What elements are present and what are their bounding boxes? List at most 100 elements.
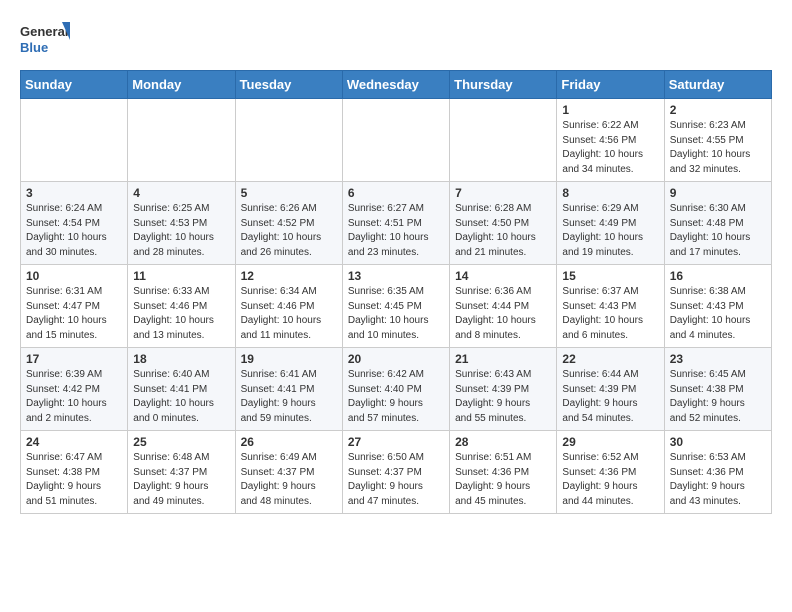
calendar-cell: 25 Sunrise: 6:48 AM Sunset: 4:37 PM Dayli… <box>128 431 235 514</box>
day-info: Sunrise: 6:37 AM Sunset: 4:43 PM Dayligh… <box>562 285 658 343</box>
day-info: Sunrise: 6:28 AM Sunset: 4:50 PM Dayligh… <box>455 202 551 260</box>
day-info: Sunrise: 6:47 AM Sunset: 4:38 PM Dayligh… <box>26 451 122 509</box>
logo: General Blue <box>20 20 70 60</box>
calendar-cell: 9 Sunrise: 6:30 AM Sunset: 4:48 PM Daylig… <box>664 182 771 265</box>
calendar-cell: 17Sunrise: 6:39 AM Sunset: 4:42 PM Dayli… <box>21 348 128 431</box>
day-info: Sunrise: 6:29 AM Sunset: 4:49 PM Dayligh… <box>562 202 658 260</box>
calendar-cell: 10 Sunrise: 6:31 AM Sunset: 4:47 PM Dayli… <box>21 265 128 348</box>
day-number: 3 <box>26 186 122 200</box>
svg-text:Blue: Blue <box>20 40 48 55</box>
svg-text:General: General <box>20 24 68 39</box>
calendar-cell: 13Sunrise: 6:35 AM Sunset: 4:45 PM Dayli… <box>342 265 449 348</box>
calendar-cell: 18 Sunrise: 6:40 AM Sunset: 4:41 PM Dayli… <box>128 348 235 431</box>
day-number: 24 <box>26 435 122 449</box>
week-row-2: 10 Sunrise: 6:31 AM Sunset: 4:47 PM Dayli… <box>21 265 772 348</box>
day-info: Sunrise: 6:24 AM Sunset: 4:54 PM Dayligh… <box>26 202 122 260</box>
day-info: Sunrise: 6:49 AM Sunset: 4:37 PM Dayligh… <box>241 451 337 509</box>
weekday-header-friday: Friday <box>557 71 664 99</box>
calendar-cell: 28Sunrise: 6:51 AM Sunset: 4:36 PM Dayli… <box>450 431 557 514</box>
page: General Blue SundayMondayTuesdayWednesda… <box>0 0 792 524</box>
day-number: 21 <box>455 352 551 366</box>
day-info: Sunrise: 6:26 AM Sunset: 4:52 PM Dayligh… <box>241 202 337 260</box>
week-row-1: 3 Sunrise: 6:24 AM Sunset: 4:54 PM Daylig… <box>21 182 772 265</box>
weekday-header-monday: Monday <box>128 71 235 99</box>
calendar-cell: 19 Sunrise: 6:41 AM Sunset: 4:41 PM Dayli… <box>235 348 342 431</box>
day-info: Sunrise: 6:41 AM Sunset: 4:41 PM Dayligh… <box>241 368 337 426</box>
day-info: Sunrise: 6:27 AM Sunset: 4:51 PM Dayligh… <box>348 202 444 260</box>
calendar-cell: 30 Sunrise: 6:53 AM Sunset: 4:36 PM Dayli… <box>664 431 771 514</box>
calendar-cell: 27 Sunrise: 6:50 AM Sunset: 4:37 PM Dayli… <box>342 431 449 514</box>
day-number: 13 <box>348 269 444 283</box>
day-number: 20 <box>348 352 444 366</box>
day-number: 7 <box>455 186 551 200</box>
calendar-cell: 7 Sunrise: 6:28 AM Sunset: 4:50 PM Daylig… <box>450 182 557 265</box>
calendar-cell <box>128 99 235 182</box>
calendar-cell: 8Sunrise: 6:29 AM Sunset: 4:49 PM Daylig… <box>557 182 664 265</box>
day-info: Sunrise: 6:53 AM Sunset: 4:36 PM Dayligh… <box>670 451 766 509</box>
calendar-cell: 5Sunrise: 6:26 AM Sunset: 4:52 PM Daylig… <box>235 182 342 265</box>
day-info: Sunrise: 6:48 AM Sunset: 4:37 PM Dayligh… <box>133 451 229 509</box>
day-number: 19 <box>241 352 337 366</box>
weekday-header-wednesday: Wednesday <box>342 71 449 99</box>
day-info: Sunrise: 6:30 AM Sunset: 4:48 PM Dayligh… <box>670 202 766 260</box>
calendar-cell: 20Sunrise: 6:42 AM Sunset: 4:40 PM Dayli… <box>342 348 449 431</box>
day-info: Sunrise: 6:33 AM Sunset: 4:46 PM Dayligh… <box>133 285 229 343</box>
calendar-cell: 6 Sunrise: 6:27 AM Sunset: 4:51 PM Daylig… <box>342 182 449 265</box>
week-row-4: 24 Sunrise: 6:47 AM Sunset: 4:38 PM Dayli… <box>21 431 772 514</box>
calendar: SundayMondayTuesdayWednesdayThursdayFrid… <box>20 70 772 514</box>
week-row-3: 17Sunrise: 6:39 AM Sunset: 4:42 PM Dayli… <box>21 348 772 431</box>
day-number: 27 <box>348 435 444 449</box>
calendar-cell: 23Sunrise: 6:45 AM Sunset: 4:38 PM Dayli… <box>664 348 771 431</box>
day-number: 12 <box>241 269 337 283</box>
day-info: Sunrise: 6:40 AM Sunset: 4:41 PM Dayligh… <box>133 368 229 426</box>
calendar-cell: 3 Sunrise: 6:24 AM Sunset: 4:54 PM Daylig… <box>21 182 128 265</box>
calendar-cell <box>235 99 342 182</box>
day-info: Sunrise: 6:23 AM Sunset: 4:55 PM Dayligh… <box>670 119 766 177</box>
calendar-cell <box>21 99 128 182</box>
calendar-cell: 14Sunrise: 6:36 AM Sunset: 4:44 PM Dayli… <box>450 265 557 348</box>
weekday-header-row: SundayMondayTuesdayWednesdayThursdayFrid… <box>21 71 772 99</box>
calendar-cell: 21 Sunrise: 6:43 AM Sunset: 4:39 PM Dayli… <box>450 348 557 431</box>
calendar-cell: 15 Sunrise: 6:37 AM Sunset: 4:43 PM Dayli… <box>557 265 664 348</box>
day-number: 16 <box>670 269 766 283</box>
calendar-cell: 24 Sunrise: 6:47 AM Sunset: 4:38 PM Dayli… <box>21 431 128 514</box>
weekday-header-tuesday: Tuesday <box>235 71 342 99</box>
weekday-header-sunday: Sunday <box>21 71 128 99</box>
weekday-header-saturday: Saturday <box>664 71 771 99</box>
day-number: 25 <box>133 435 229 449</box>
week-row-0: 1Sunrise: 6:22 AM Sunset: 4:56 PM Daylig… <box>21 99 772 182</box>
day-number: 10 <box>26 269 122 283</box>
day-number: 15 <box>562 269 658 283</box>
day-info: Sunrise: 6:36 AM Sunset: 4:44 PM Dayligh… <box>455 285 551 343</box>
weekday-header-thursday: Thursday <box>450 71 557 99</box>
calendar-cell: 22Sunrise: 6:44 AM Sunset: 4:39 PM Dayli… <box>557 348 664 431</box>
calendar-cell: 11 Sunrise: 6:33 AM Sunset: 4:46 PM Dayli… <box>128 265 235 348</box>
calendar-cell: 2 Sunrise: 6:23 AM Sunset: 4:55 PM Daylig… <box>664 99 771 182</box>
day-info: Sunrise: 6:50 AM Sunset: 4:37 PM Dayligh… <box>348 451 444 509</box>
day-number: 2 <box>670 103 766 117</box>
day-info: Sunrise: 6:34 AM Sunset: 4:46 PM Dayligh… <box>241 285 337 343</box>
day-number: 23 <box>670 352 766 366</box>
day-info: Sunrise: 6:43 AM Sunset: 4:39 PM Dayligh… <box>455 368 551 426</box>
day-number: 26 <box>241 435 337 449</box>
calendar-cell <box>342 99 449 182</box>
header: General Blue <box>20 20 772 60</box>
day-number: 1 <box>562 103 658 117</box>
day-info: Sunrise: 6:44 AM Sunset: 4:39 PM Dayligh… <box>562 368 658 426</box>
day-number: 30 <box>670 435 766 449</box>
day-number: 9 <box>670 186 766 200</box>
calendar-cell: 16Sunrise: 6:38 AM Sunset: 4:43 PM Dayli… <box>664 265 771 348</box>
day-number: 17 <box>26 352 122 366</box>
day-number: 4 <box>133 186 229 200</box>
day-number: 18 <box>133 352 229 366</box>
day-number: 29 <box>562 435 658 449</box>
day-info: Sunrise: 6:25 AM Sunset: 4:53 PM Dayligh… <box>133 202 229 260</box>
day-info: Sunrise: 6:52 AM Sunset: 4:36 PM Dayligh… <box>562 451 658 509</box>
calendar-cell: 4 Sunrise: 6:25 AM Sunset: 4:53 PM Daylig… <box>128 182 235 265</box>
day-info: Sunrise: 6:31 AM Sunset: 4:47 PM Dayligh… <box>26 285 122 343</box>
calendar-cell: 29 Sunrise: 6:52 AM Sunset: 4:36 PM Dayli… <box>557 431 664 514</box>
day-number: 28 <box>455 435 551 449</box>
day-number: 11 <box>133 269 229 283</box>
day-number: 6 <box>348 186 444 200</box>
calendar-cell: 1Sunrise: 6:22 AM Sunset: 4:56 PM Daylig… <box>557 99 664 182</box>
